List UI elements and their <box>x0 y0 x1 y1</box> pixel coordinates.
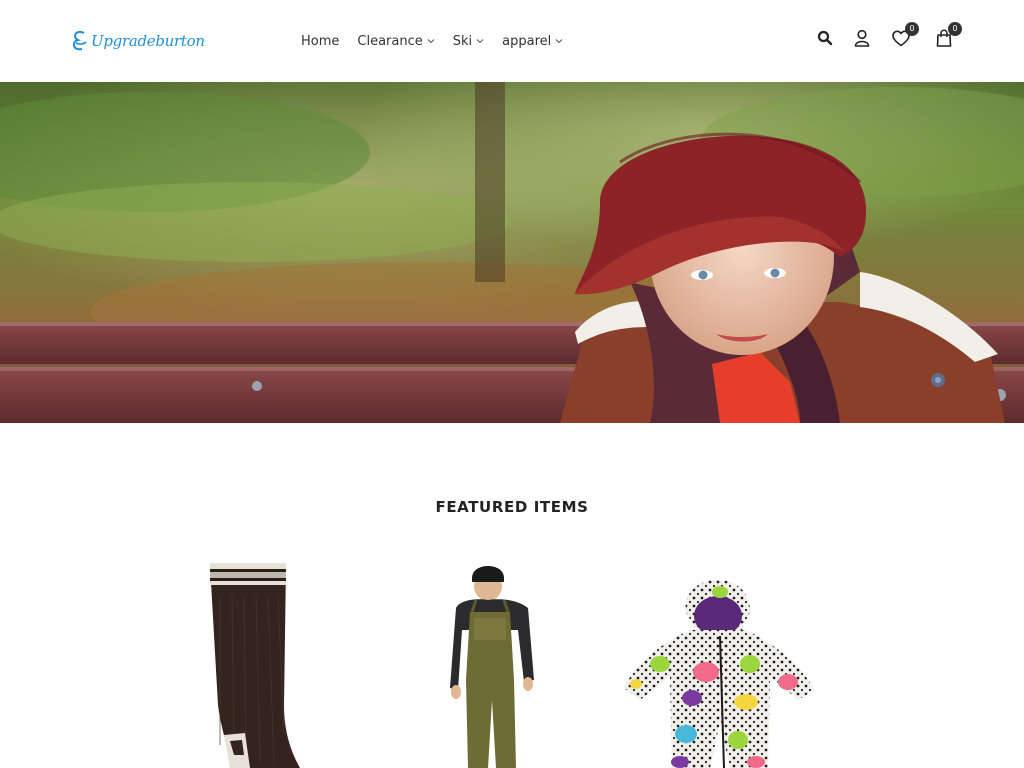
search-button[interactable] <box>813 26 837 50</box>
header-actions: 0 0 <box>0 22 1024 56</box>
cart-count-badge: 0 <box>948 22 962 36</box>
product-card[interactable] <box>446 560 540 768</box>
account-button[interactable] <box>850 26 874 50</box>
product-image-kids-snowsuit <box>624 579 814 768</box>
cart-button[interactable]: 0 <box>932 22 962 50</box>
wishlist-button[interactable]: 0 <box>889 22 919 50</box>
search-icon <box>817 30 833 46</box>
wishlist-count-badge: 0 <box>905 22 919 36</box>
site-header: Upgradeburton Home Clearance Ski apparel <box>0 0 1024 82</box>
featured-items-title: FEATURED ITEMS <box>435 498 589 516</box>
user-icon <box>854 29 870 47</box>
hero-image <box>0 82 1024 423</box>
hero-banner[interactable] <box>0 82 1024 423</box>
product-card[interactable] <box>620 572 816 768</box>
product-image-ski-sock <box>210 563 300 768</box>
product-card[interactable] <box>190 555 300 768</box>
product-image-bib-pants <box>450 566 534 768</box>
